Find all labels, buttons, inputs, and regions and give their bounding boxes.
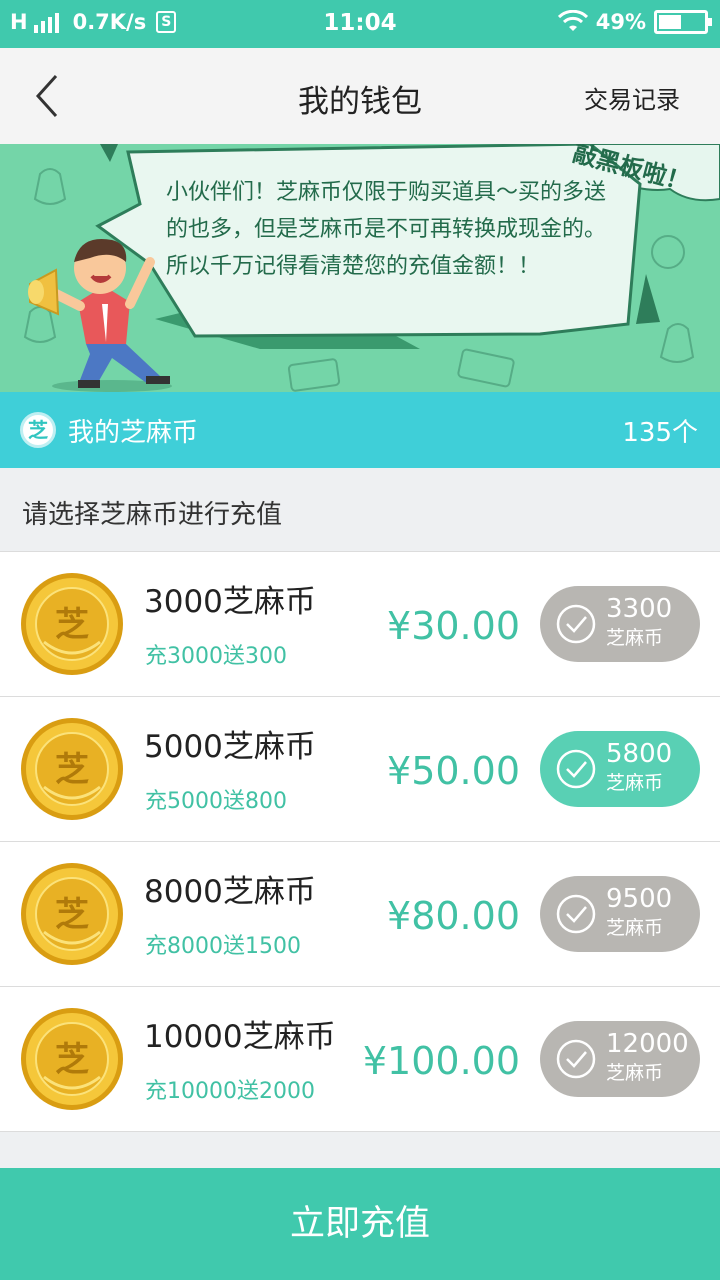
- status-right: 49%: [557, 10, 712, 34]
- balance-label: 我的芝麻币: [68, 418, 199, 448]
- package-select-pill[interactable]: 3300 芝麻币: [540, 586, 700, 662]
- recharge-now-button[interactable]: 立即充值: [0, 1168, 720, 1280]
- gold-coin-icon: 芝: [21, 1008, 123, 1110]
- package-total-unit: 芝麻币: [606, 1062, 664, 1084]
- package-name: 3000芝麻币: [144, 584, 316, 620]
- package-price: ¥100.00: [362, 1039, 520, 1083]
- notice-banner: 敲黑板啦！ 小伙伴们！芝麻币仅限于购买道具～买的多送的也多，但是芝麻币是不可再转…: [0, 144, 720, 392]
- package-list: 芝 3000芝麻币 充3000送300 ¥30.00 3300 芝麻币 芝 50…: [0, 551, 720, 1132]
- battery-icon: [654, 10, 712, 34]
- section-title: 请选择芝麻币进行充值: [22, 500, 283, 530]
- package-select-pill[interactable]: 5800 芝麻币: [540, 731, 700, 807]
- coin-glyph: 芝: [55, 895, 89, 935]
- package-price: ¥80.00: [387, 894, 520, 938]
- package-total-unit: 芝麻币: [606, 772, 664, 794]
- wifi-icon: [557, 10, 588, 31]
- sesame-coin-icon: 芝: [20, 412, 56, 448]
- package-name: 10000芝麻币: [144, 1019, 336, 1055]
- package-name: 5000芝麻币: [144, 729, 316, 765]
- transaction-history-link[interactable]: 交易记录: [584, 80, 680, 115]
- package-select-pill[interactable]: 9500 芝麻币: [540, 876, 700, 952]
- package-item[interactable]: 芝 3000芝麻币 充3000送300 ¥30.00 3300 芝麻币: [0, 552, 720, 697]
- check-circle-icon: [556, 1039, 596, 1079]
- package-total-unit: 芝麻币: [606, 627, 664, 649]
- status-bar: H 0.7K/s S 11:04 49%: [0, 0, 720, 48]
- package-name: 8000芝麻币: [144, 874, 316, 910]
- check-circle-icon: [556, 894, 596, 934]
- gold-coin-icon: 芝: [21, 573, 123, 675]
- battery-percent: 49%: [595, 10, 646, 34]
- package-price: ¥30.00: [387, 604, 520, 648]
- coin-glyph: 芝: [55, 1040, 89, 1080]
- package-item[interactable]: 芝 5000芝麻币 充5000送800 ¥50.00 5800 芝麻币: [0, 697, 720, 842]
- coin-glyph: 芝: [55, 605, 89, 645]
- package-total: 9500: [606, 884, 673, 914]
- package-total: 12000: [606, 1029, 689, 1059]
- gold-coin-icon: 芝: [21, 863, 123, 965]
- package-bonus: 充3000送300: [145, 644, 287, 669]
- chevron-left-icon: [35, 74, 58, 118]
- package-price: ¥50.00: [387, 749, 520, 793]
- check-circle-icon: [556, 749, 596, 789]
- package-bonus: 充8000送1500: [145, 934, 301, 959]
- battery-level: [659, 15, 681, 29]
- banner-message: 小伙伴们！芝麻币仅限于购买道具～买的多送的也多，但是芝麻币是不可再转换成现金的。…: [166, 180, 607, 279]
- package-item[interactable]: 芝 8000芝麻币 充8000送1500 ¥80.00 9500 芝麻币: [0, 842, 720, 987]
- check-circle-icon: [556, 604, 596, 644]
- gold-coin-icon: 芝: [21, 718, 123, 820]
- package-item[interactable]: 芝 10000芝麻币 充10000送2000 ¥100.00 12000 芝麻币: [0, 987, 720, 1132]
- header: 我的钱包 交易记录: [0, 48, 720, 144]
- back-button[interactable]: [22, 70, 74, 122]
- package-select-pill[interactable]: 12000 芝麻币: [540, 1021, 700, 1097]
- package-bonus: 充5000送800: [145, 789, 287, 814]
- coin-glyph: 芝: [55, 750, 89, 790]
- balance-value: 135个: [622, 418, 698, 448]
- coin-balance-bar: 芝 我的芝麻币 135个: [0, 392, 720, 468]
- package-total-unit: 芝麻币: [606, 917, 664, 939]
- package-bonus: 充10000送2000: [145, 1079, 315, 1104]
- package-total: 3300: [606, 594, 673, 624]
- package-total: 5800: [606, 739, 673, 769]
